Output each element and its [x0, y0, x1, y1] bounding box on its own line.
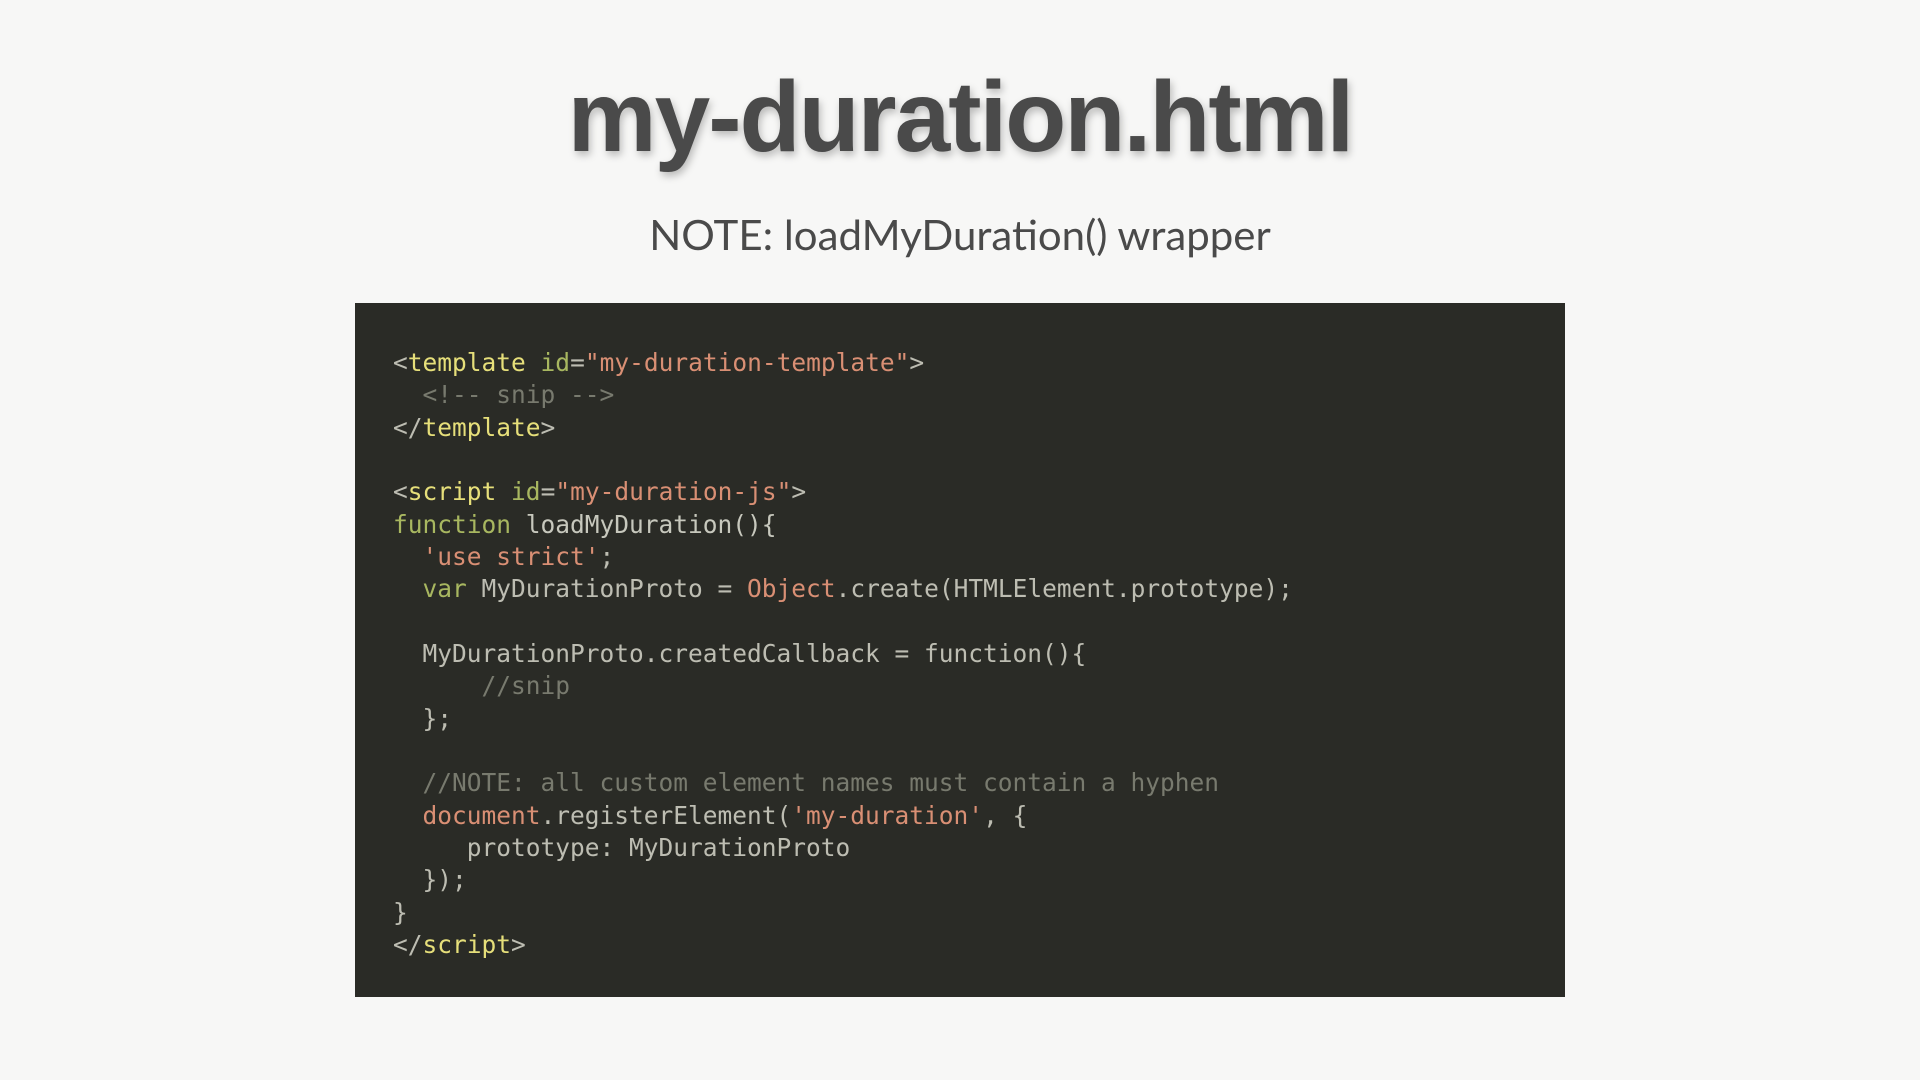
code-obj-object: Object	[747, 574, 836, 603]
code-var-assign: MyDurationProto =	[467, 574, 747, 603]
slide: my-duration.html NOTE: loadMyDuration() …	[232, 0, 1688, 1080]
code-attr-id2: id	[511, 477, 541, 506]
code-ltclose2: </	[393, 930, 423, 959]
code-comment-snip: <!-- snip -->	[393, 380, 614, 409]
code-space2	[496, 477, 511, 506]
code-registerelement: .registerElement(	[541, 801, 792, 830]
code-eq2: =	[541, 477, 556, 506]
code-comment-snip2: //snip	[393, 671, 570, 700]
code-close3: }	[393, 898, 408, 927]
code-str-script-id: "my-duration-js"	[555, 477, 791, 506]
code-eq: =	[570, 348, 585, 377]
code-obj-open: , {	[983, 801, 1027, 830]
code-tag-template-close: template	[423, 413, 541, 442]
code-ltclose: </	[393, 413, 423, 442]
code-semi1: ;	[600, 542, 615, 571]
code-block: <template id="my-duration-template"> <!-…	[355, 303, 1565, 997]
code-indent2	[393, 574, 423, 603]
code-attr-id: id	[541, 348, 571, 377]
code-kw-function: function	[393, 510, 511, 539]
code-kw-var: var	[423, 574, 467, 603]
code-str-usestrict: 'use strict'	[423, 542, 600, 571]
code-punct: <	[393, 348, 408, 377]
slide-subtitle: NOTE: loadMyDuration() wrapper	[649, 209, 1271, 259]
code-obj-document: document	[423, 801, 541, 830]
code-gt2: >	[541, 413, 556, 442]
code-tag-template-open: template	[408, 348, 526, 377]
code-createdcallback: MyDurationProto.createdCallback = functi…	[393, 639, 1086, 668]
code-indent3	[393, 801, 423, 830]
code-fn-loadmyduration: loadMyDuration(){	[511, 510, 777, 539]
code-close2: });	[393, 865, 467, 894]
code-lt2: <	[393, 477, 408, 506]
code-str-myduration: 'my-duration'	[791, 801, 983, 830]
code-tag-script-open: script	[408, 477, 497, 506]
code-create-call: .create(HTMLElement.prototype);	[836, 574, 1293, 603]
code-comment-note: //NOTE: all custom element names must co…	[393, 768, 1219, 797]
code-space	[526, 348, 541, 377]
code-indent1	[393, 542, 423, 571]
code-gt4: >	[511, 930, 526, 959]
code-proto-line: prototype: MyDurationProto	[393, 833, 850, 862]
code-gt3: >	[791, 477, 806, 506]
code-gt: >	[909, 348, 924, 377]
slide-title: my-duration.html	[568, 60, 1353, 175]
code-str-template-id: "my-duration-template"	[585, 348, 910, 377]
code-tag-script-close: script	[423, 930, 512, 959]
code-close1: };	[393, 704, 452, 733]
